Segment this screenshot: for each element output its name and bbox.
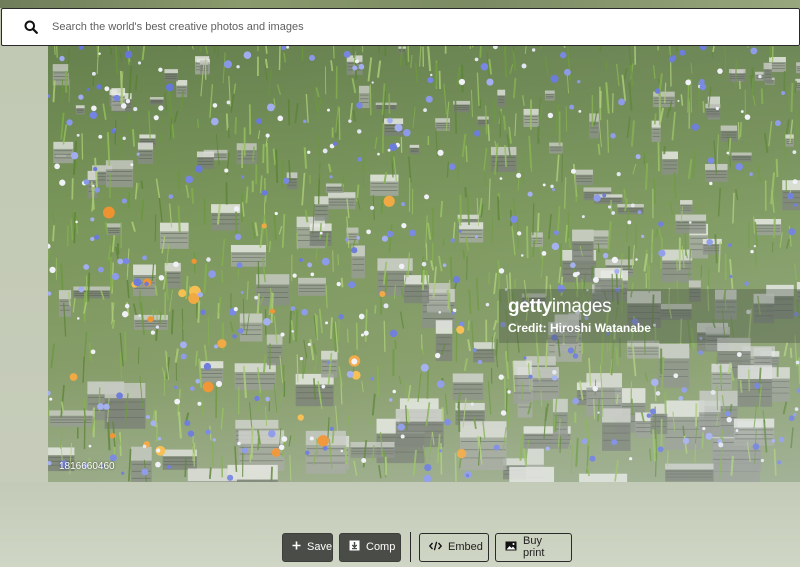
- comp-button-label: Comp: [366, 541, 396, 553]
- image-icon: [505, 541, 517, 554]
- top-image-strip: [0, 0, 800, 8]
- save-button-label: Save: [307, 541, 333, 553]
- embed-button-label: Embed: [448, 541, 483, 553]
- plus-icon: [292, 541, 301, 553]
- code-icon: [428, 541, 443, 554]
- main-photo: gettyimages Credit: Hiroshi Watanabe 181…: [48, 46, 800, 482]
- buy-print-button-label: Buy print: [523, 535, 545, 559]
- embed-button[interactable]: Embed: [419, 532, 489, 562]
- buy-print-button[interactable]: Buy print: [495, 532, 572, 562]
- photo-image: [48, 46, 800, 482]
- watermark: gettyimages Credit: Hiroshi Watanabe: [499, 289, 800, 343]
- save-button[interactable]: Save: [282, 532, 333, 562]
- image-id: 1816660460: [59, 461, 115, 472]
- comp-button[interactable]: Comp: [339, 532, 401, 562]
- search-bar[interactable]: [1, 8, 800, 46]
- download-icon: [349, 540, 360, 554]
- getty-images-logo: gettyimages: [508, 296, 612, 317]
- action-bar: Save Comp Embed Buy print: [282, 532, 572, 562]
- search-input[interactable]: [52, 21, 652, 33]
- photo-credit: Credit: Hiroshi Watanabe: [508, 321, 651, 335]
- search-icon[interactable]: [24, 20, 38, 34]
- button-separator: [410, 532, 411, 562]
